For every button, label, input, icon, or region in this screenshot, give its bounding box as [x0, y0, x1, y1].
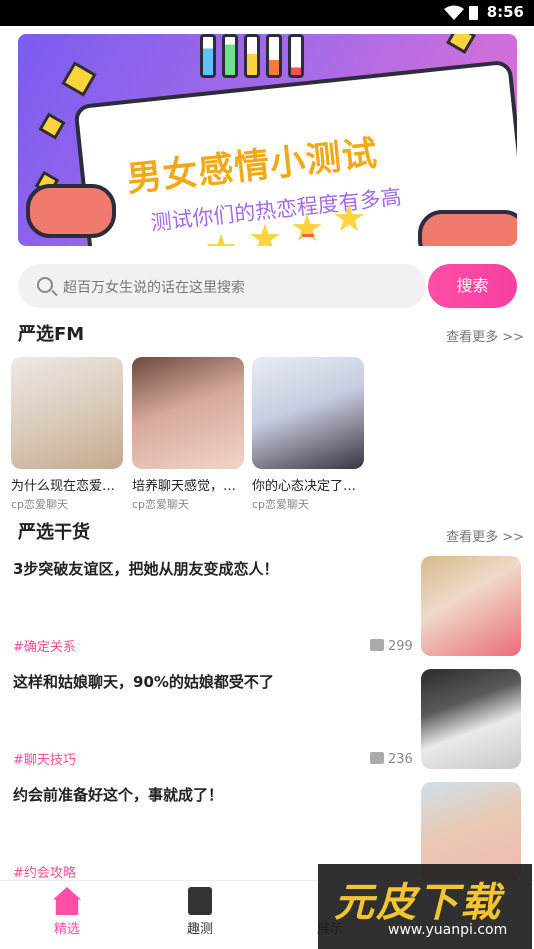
fm-card-source: cp恋爱聊天 — [252, 498, 310, 511]
fm-card[interactable]: 培养聊天感觉，… cp恋爱聊天 — [132, 357, 244, 512]
sparkle-icon — [61, 61, 97, 97]
article-thumbnail — [421, 556, 521, 656]
note-icon — [188, 887, 212, 915]
star-icon: ★ — [332, 196, 367, 240]
hand-illustration — [26, 184, 116, 238]
fm-card-title: 你的心态决定了… — [252, 479, 357, 494]
star-icon: ★ — [248, 216, 283, 246]
tab-quiz[interactable]: 趣测 — [160, 887, 240, 937]
articles-section-title: 严选干货 — [18, 522, 90, 543]
article-item[interactable]: 3步突破友谊区，把她从朋友变成恋人！ #确定关系 299 — [0, 556, 534, 666]
search-placeholder: 超百万女生说的话在这里搜索 — [63, 280, 245, 296]
fm-section-title: 严选FM — [18, 324, 85, 345]
article-likes: 236 — [370, 752, 413, 767]
home-icon — [53, 887, 81, 915]
search-input[interactable]: 超百万女生说的话在这里搜索 — [18, 264, 426, 308]
fm-card-source: cp恋爱聊天 — [132, 498, 190, 511]
wifi-icon — [444, 5, 464, 20]
thumbs-up-icon — [370, 752, 384, 764]
star-icon: ★ — [290, 206, 325, 246]
watermark-url: www.yuanpi.com — [388, 922, 508, 938]
like-count: 299 — [388, 639, 413, 654]
search-button[interactable]: 搜索 — [428, 264, 517, 308]
tab-label: 趣测 — [186, 922, 213, 937]
tab-label: 精选 — [53, 922, 80, 937]
fm-card[interactable]: 为什么现在恋爱… cp恋爱聊天 — [11, 357, 123, 512]
article-title: 3步突破友谊区，把她从朋友变成恋人！ — [13, 560, 279, 578]
fm-cover-image — [132, 357, 244, 469]
status-bar: 8:56 — [0, 0, 534, 26]
article-title: 约会前准备好这个，事就成了！ — [13, 786, 224, 804]
battery-icon — [469, 6, 478, 20]
fm-card-title: 为什么现在恋爱… — [11, 479, 116, 494]
carousel-indicator — [302, 234, 314, 237]
hand-illustration — [418, 210, 517, 246]
article-tag[interactable]: #确定关系 — [13, 636, 76, 655]
sparkle-icon — [445, 34, 477, 55]
fm-cover-image — [252, 357, 364, 469]
fm-card[interactable]: 你的心态决定了… cp恋爱聊天 — [252, 357, 364, 512]
fm-card-source: cp恋爱聊天 — [11, 498, 69, 511]
watermark-brand: 元皮下载 — [334, 880, 502, 926]
article-item[interactable]: 这样和姑娘聊天，90%的姑娘都受不了 #聊天技巧 236 — [0, 669, 534, 779]
article-thumbnail — [421, 669, 521, 769]
article-tag[interactable]: #聊天技巧 — [13, 749, 76, 768]
articles-more-link[interactable]: 查看更多 >> — [446, 526, 524, 545]
article-tag[interactable]: #约会攻略 — [13, 862, 76, 881]
tab-featured[interactable]: 精选 — [27, 887, 107, 937]
watermark-logo: 元皮下载 www.yuanpi.com — [318, 864, 532, 949]
thumbs-up-icon — [370, 639, 384, 651]
fm-cover-image — [11, 357, 123, 469]
fm-more-link[interactable]: 查看更多 >> — [446, 326, 524, 345]
article-likes: 299 — [370, 639, 413, 654]
star-icon: ★ — [204, 226, 238, 246]
like-count: 236 — [388, 752, 413, 767]
search-icon — [37, 277, 53, 293]
article-title: 这样和姑娘聊天，90%的姑娘都受不了 — [13, 673, 274, 691]
fm-card-title: 培养聊天感觉，… — [132, 479, 237, 494]
sparkle-icon — [38, 112, 66, 140]
promo-banner[interactable]: 男女感情小测试 测试你们的热恋程度有多高 ★ ★ ★ ★ — [18, 34, 517, 246]
clock: 8:56 — [486, 3, 524, 21]
